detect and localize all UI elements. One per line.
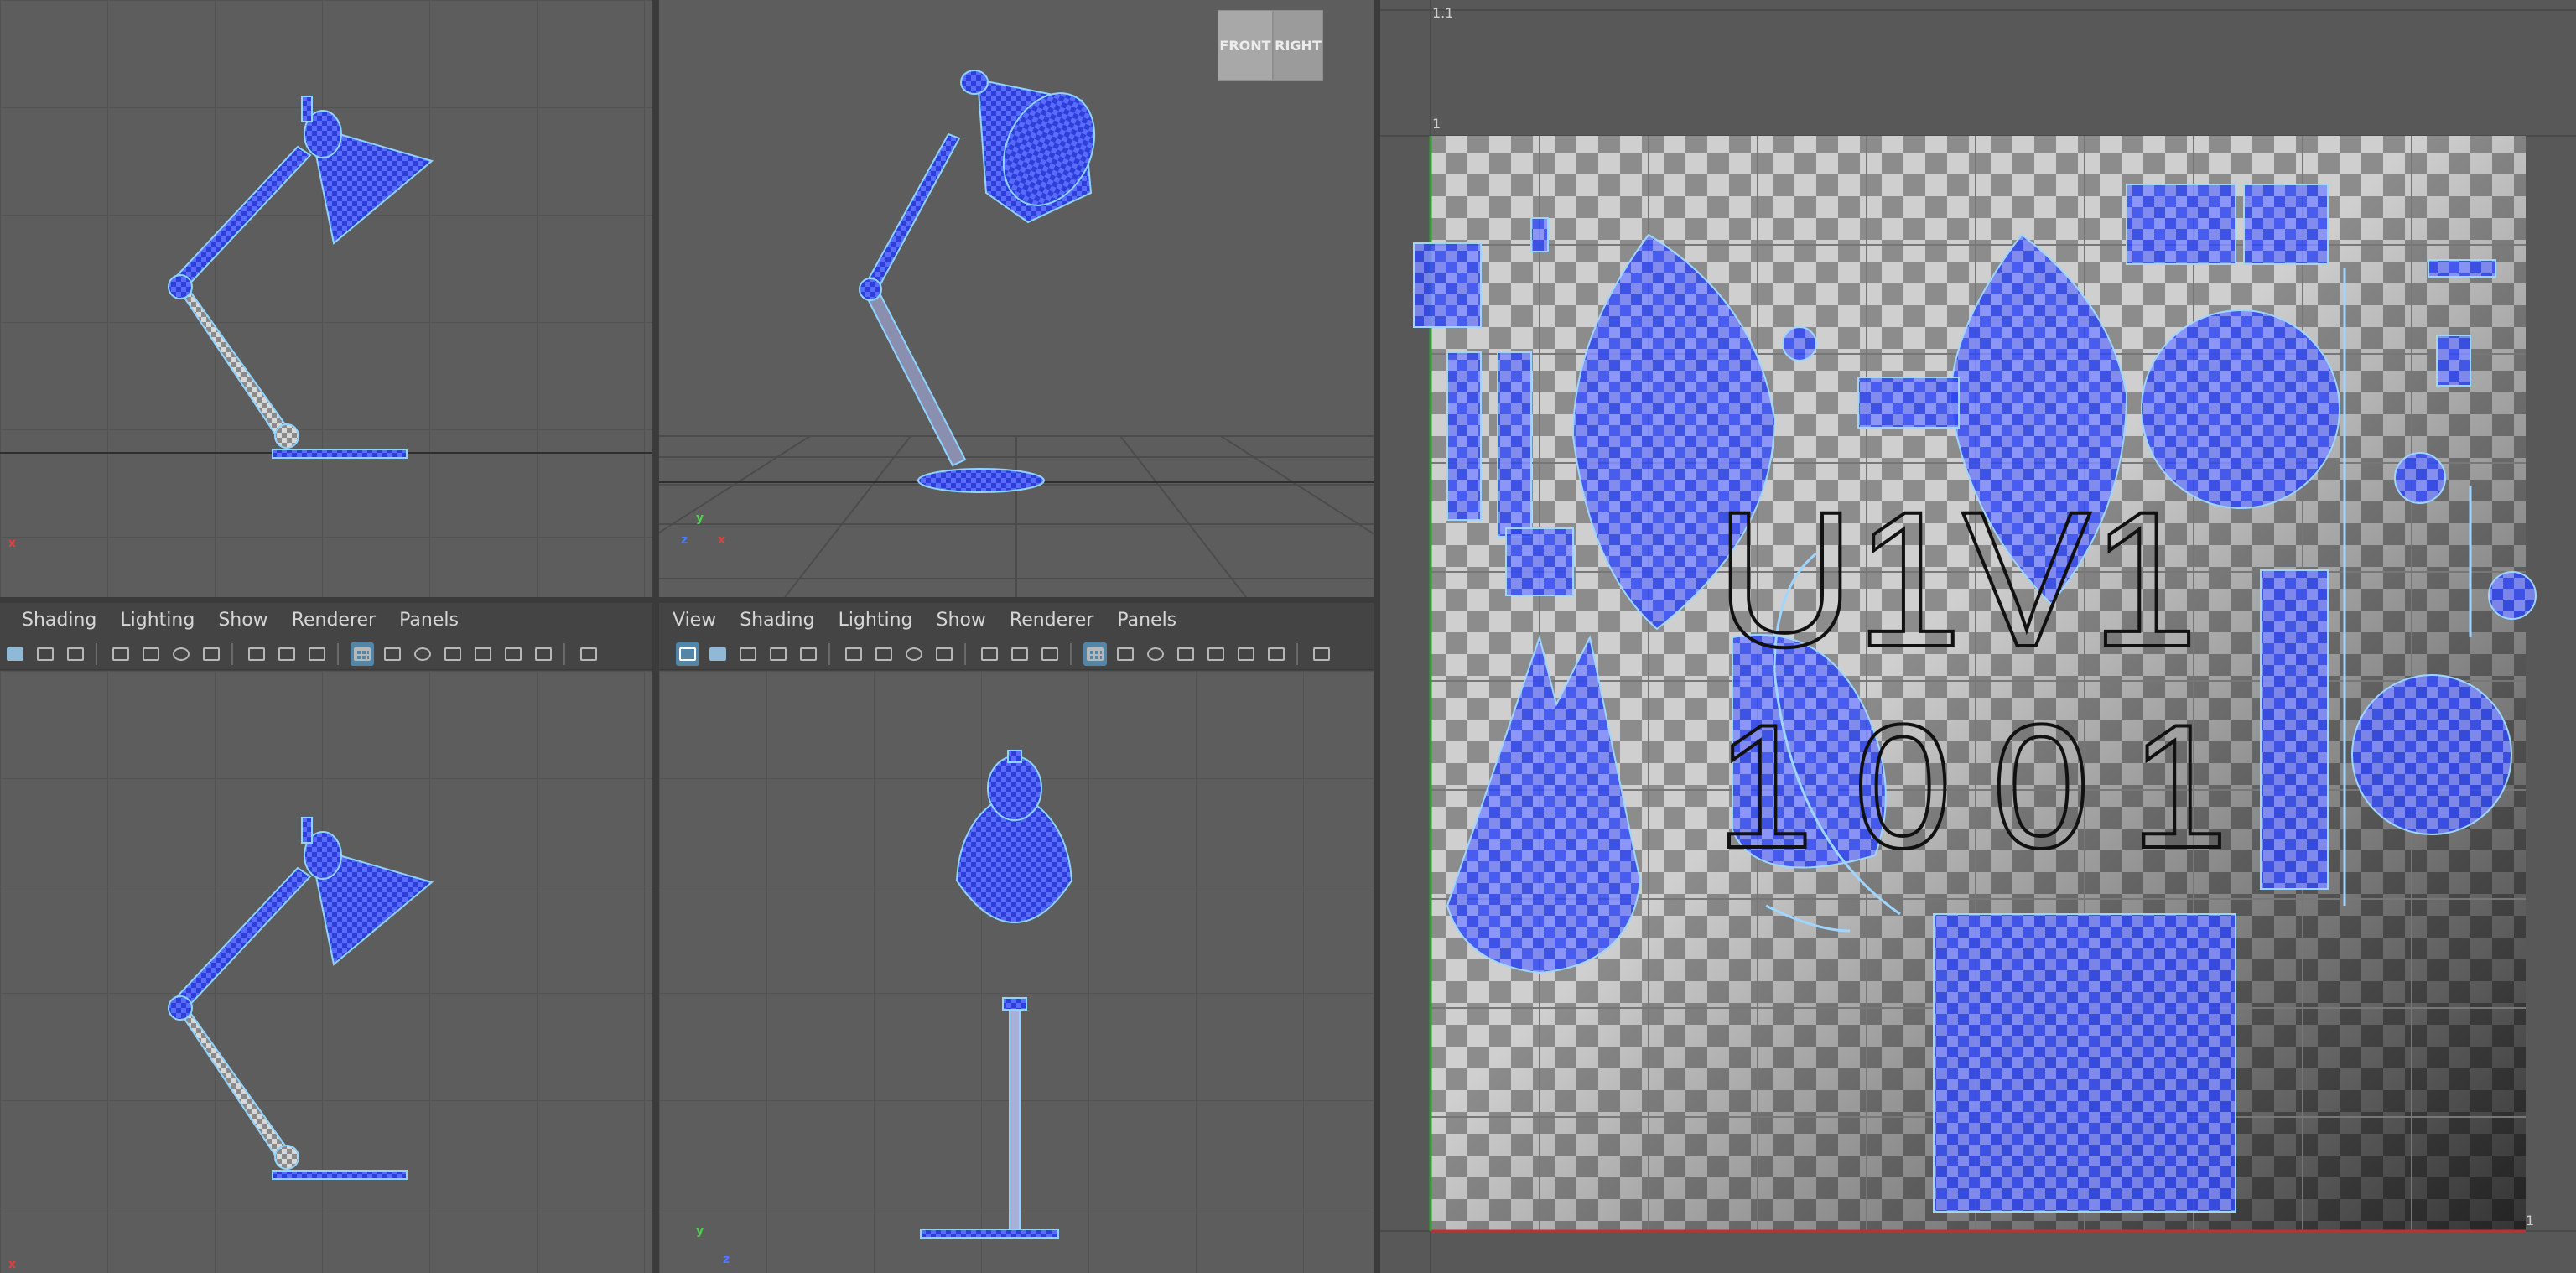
select-camera-icon[interactable]: [676, 642, 699, 666]
menu-shading[interactable]: Shading: [22, 610, 96, 631]
lock-icon[interactable]: [766, 642, 790, 666]
texture-icon[interactable]: [797, 642, 820, 666]
bookmark-icon[interactable]: [139, 642, 163, 666]
bookmark-icon[interactable]: [872, 642, 896, 666]
toolbar-separator: [828, 642, 834, 665]
uv-ruler-v1-label: 1: [1432, 116, 1441, 132]
axis-z-label-front: z: [723, 1253, 730, 1266]
camera-icon[interactable]: [736, 642, 760, 666]
image-plane-icon[interactable]: [902, 642, 926, 666]
viewport-persp[interactable]: FRONT RIGHT y z x: [659, 0, 1374, 597]
toolbar-separator: [231, 642, 236, 665]
resolution-gate-icon[interactable]: [411, 642, 434, 666]
safe-title-icon[interactable]: [1265, 642, 1288, 666]
grid-icon[interactable]: [706, 642, 730, 666]
panel-menubar-right: View Shading Lighting Show Renderer Pane…: [659, 603, 1374, 636]
viewport-front-canvas: [659, 671, 1374, 1273]
camera-icon[interactable]: [34, 642, 57, 666]
grid-toggle-icon[interactable]: [1083, 642, 1107, 666]
menu-panels[interactable]: Panels: [399, 610, 459, 631]
menu-renderer[interactable]: Renderer: [1010, 610, 1093, 631]
camera-attr-icon[interactable]: [842, 642, 865, 666]
field-chart-icon[interactable]: [1204, 642, 1228, 666]
resolution-gate-icon[interactable]: [1144, 642, 1167, 666]
film-gate-icon[interactable]: [381, 642, 404, 666]
axis-x-label-bottom: x: [8, 1258, 17, 1271]
safe-title-icon[interactable]: [532, 642, 555, 666]
xray-icon[interactable]: [245, 642, 268, 666]
viewport-side-top[interactable]: x: [0, 0, 652, 597]
divider-vertical-right[interactable]: [1374, 0, 1380, 1273]
pencil-icon[interactable]: [1008, 642, 1031, 666]
menu-renderer[interactable]: Renderer: [292, 610, 376, 631]
toolbar-separator: [1070, 642, 1075, 665]
bookmark2-icon[interactable]: [200, 642, 223, 666]
viewport-side-bottom[interactable]: x: [0, 671, 652, 1273]
light-icon[interactable]: [305, 642, 329, 666]
menu-lighting[interactable]: Lighting: [839, 610, 913, 631]
uv-tile-label-udim: 1001: [1716, 688, 2268, 885]
axis-y-label: y: [696, 512, 704, 525]
divider-vertical-left[interactable]: [652, 0, 659, 1273]
lamp-model-persp[interactable]: [859, 70, 1112, 493]
grid-icon[interactable]: [3, 642, 27, 666]
cube-icon[interactable]: [1310, 642, 1333, 666]
lock-icon[interactable]: [64, 642, 87, 666]
axis-z-label: z: [681, 533, 688, 547]
field-chart-icon[interactable]: [471, 642, 495, 666]
toolbar-separator: [564, 642, 569, 665]
axis-x-label-persp: x: [718, 533, 726, 547]
uv-ruler-right-label: 1: [2526, 1213, 2535, 1229]
uv-editor[interactable]: U1V1 1001 1.1 1 1: [1380, 0, 2576, 1273]
safe-action-icon[interactable]: [501, 642, 525, 666]
xray-icon[interactable]: [978, 642, 1001, 666]
toolbar-separator: [337, 642, 342, 665]
panel-menubar-left: Shading Lighting Show Renderer Panels: [0, 603, 652, 636]
toolbar-separator: [964, 642, 969, 665]
uv-ruler-top-label: 1.1: [1432, 5, 1454, 21]
view-cube-right[interactable]: RIGHT: [1273, 10, 1323, 81]
viewport-side-bottom-canvas: [0, 671, 652, 1273]
menu-panels[interactable]: Panels: [1117, 610, 1176, 631]
divider-horizontal[interactable]: [0, 597, 1374, 603]
film-gate-icon[interactable]: [1114, 642, 1137, 666]
menu-shading[interactable]: Shading: [740, 610, 814, 631]
image-plane-icon[interactable]: [169, 642, 193, 666]
gate-mask-icon[interactable]: [441, 642, 465, 666]
axis-y-label-front: y: [696, 1224, 704, 1238]
view-cube-front[interactable]: FRONT: [1218, 10, 1273, 81]
panel-toolbar-left: [0, 638, 652, 670]
toolbar-separator: [1296, 642, 1301, 665]
light-icon[interactable]: [1038, 642, 1062, 666]
menu-lighting[interactable]: Lighting: [120, 610, 195, 631]
bookmark2-icon[interactable]: [932, 642, 956, 666]
cube-icon[interactable]: [577, 642, 600, 666]
gate-mask-icon[interactable]: [1174, 642, 1197, 666]
menu-view[interactable]: View: [673, 610, 716, 631]
grid-toggle-icon[interactable]: [351, 642, 374, 666]
menu-show[interactable]: Show: [937, 610, 986, 631]
uv-tile-label-u1v1: U1V1: [1716, 471, 2198, 687]
viewport-front[interactable]: y z: [659, 671, 1374, 1273]
toolbar-separator: [96, 642, 101, 665]
pencil-icon[interactable]: [275, 642, 299, 666]
uv-editor-canvas: U1V1 1001: [1380, 0, 2576, 1273]
camera-attr-icon[interactable]: [109, 642, 132, 666]
safe-action-icon[interactable]: [1234, 642, 1258, 666]
panel-toolbar-right: [659, 638, 1374, 670]
axis-x-label: x: [8, 537, 17, 550]
menu-show[interactable]: Show: [218, 610, 267, 631]
view-cube[interactable]: FRONT RIGHT: [1218, 0, 1335, 92]
viewport-side-top-canvas: [0, 0, 652, 597]
